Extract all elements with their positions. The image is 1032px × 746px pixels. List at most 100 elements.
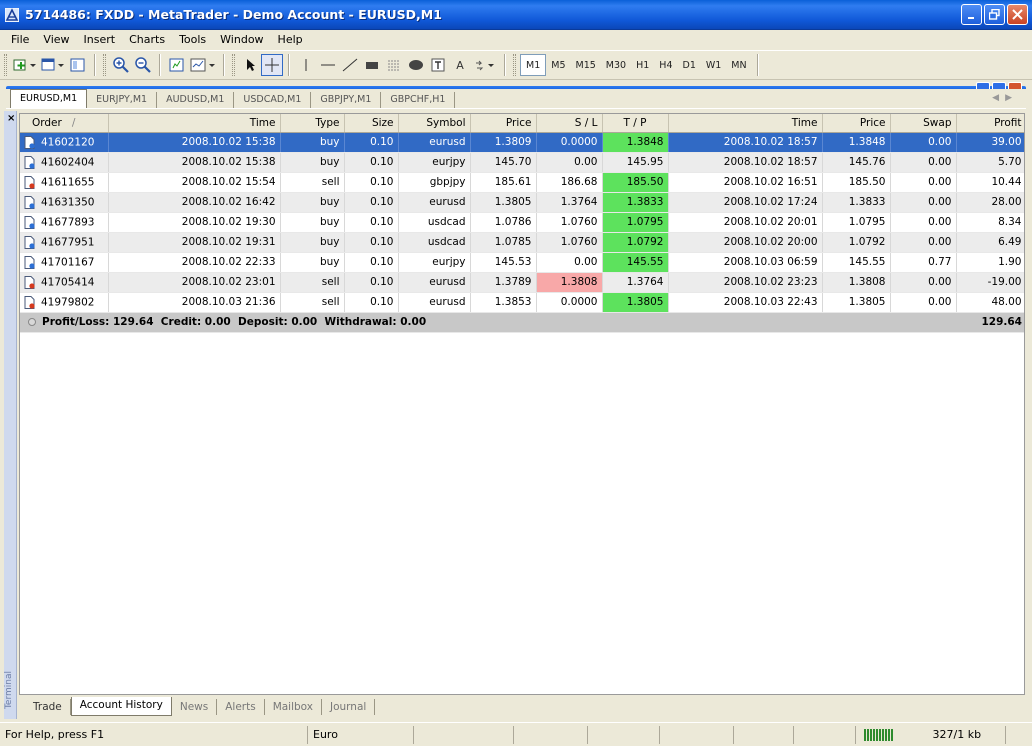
tab-alerts[interactable]: Alerts [217,699,265,715]
tp-cell: 145.95 [602,152,669,173]
market-watch-button[interactable] [67,54,89,76]
toolbar-grip[interactable] [513,54,516,76]
table-row[interactable]: 41602404 2008.10.02 15:38 buy 0.10 eurjpy 145… [20,152,1024,173]
table-row[interactable]: 41677951 2008.10.02 19:31 buy 0.10 usdcad 1.0… [20,232,1024,253]
open-time-cell: 2008.10.02 16:42 [108,192,281,213]
table-row[interactable]: 41631350 2008.10.02 16:42 buy 0.10 eurusd 1.3… [20,192,1024,213]
timeframe-h1-button[interactable]: H1 [631,54,654,76]
minimize-button[interactable] [961,4,982,25]
close-price-cell: 1.3848 [822,132,891,153]
buy-order-icon [24,235,35,249]
toolbar-separator [159,54,161,76]
timeframe-m5-button[interactable]: M5 [546,54,570,76]
column-header-close-time[interactable]: Time [668,114,823,133]
column-header-price[interactable]: Price [470,114,537,133]
cursor-tool-button[interactable] [239,54,261,76]
column-header-sl[interactable]: S / L [536,114,603,133]
new-chart-button[interactable] [11,54,39,76]
column-header-swap[interactable]: Swap [890,114,957,133]
timeframe-m15-button[interactable]: M15 [571,54,601,76]
menu-tools[interactable]: Tools [172,30,213,50]
close-button[interactable] [1007,4,1028,25]
timeframe-h4-button[interactable]: H4 [654,54,677,76]
table-row[interactable]: 41705414 2008.10.02 23:01 sell 0.10 eurusd 1.… [20,272,1024,293]
column-header-type[interactable]: Type [280,114,345,133]
column-header-order[interactable]: Order / [20,114,109,133]
chart-tab-scroll-arrows[interactable]: ◀▶ [992,93,1018,103]
table-row[interactable]: 41701167 2008.10.02 22:33 buy 0.10 eurjpy 145… [20,252,1024,273]
column-header-profit[interactable]: Profit [956,114,1024,133]
periodicity-button[interactable] [188,54,218,76]
menu-charts[interactable]: Charts [122,30,172,50]
menu-window[interactable]: Window [213,30,270,50]
terminal-close-icon[interactable]: × [7,113,15,124]
restore-button[interactable] [984,4,1005,25]
arrows-tool-button[interactable] [471,54,499,76]
chart-tab-audusd-m1[interactable]: AUDUSD,M1 [157,92,235,108]
chart-tab-eurjpy-m1[interactable]: EURJPY,M1 [87,92,158,108]
arrows-icon [476,60,494,71]
chart-tab-eurusd-m1[interactable]: EURUSD,M1 [10,89,88,108]
fibonacci-tool-button[interactable] [383,54,405,76]
vertical-line-tool-button[interactable] [295,54,317,76]
tab-journal[interactable]: Journal [322,699,376,715]
ellipse-tool-button[interactable] [405,54,427,76]
timeframe-w1-button[interactable]: W1 [701,54,726,76]
menu-view[interactable]: View [36,30,76,50]
timeframe-mn-button[interactable]: MN [726,54,751,76]
symbol-cell: eurusd [398,132,471,153]
tab-news[interactable]: News [172,699,218,715]
column-header-tp[interactable]: T / P [602,114,669,133]
rectangle-tool-button[interactable] [361,54,383,76]
menu-file[interactable]: File [4,30,36,50]
terminal-panel: × Terminal Order / Time Type Size Symbol… [0,111,1032,719]
chart-tab-gbpjpy-m1[interactable]: GBPJPY,M1 [311,92,382,108]
metatrader-app-icon[interactable] [5,7,19,22]
toolbar-grip[interactable] [103,54,106,76]
table-row[interactable]: 41677893 2008.10.02 19:30 buy 0.10 usdcad 1.0… [20,212,1024,233]
terminal-label: Terminal [4,670,14,709]
timeframe-m30-button[interactable]: M30 [601,54,631,76]
table-header: Order / Time Type Size Symbol Price S / … [20,114,1024,133]
chart-tab-usdcad-m1[interactable]: USDCAD,M1 [234,92,312,108]
column-header-time[interactable]: Time [108,114,281,133]
tab-trade[interactable]: Trade [25,699,71,715]
connection-status: 327/1 kb [856,725,1006,744]
close-icon [1012,9,1023,20]
zoom-out-button[interactable] [132,54,154,76]
column-header-size[interactable]: Size [344,114,399,133]
horizontal-line-tool-button[interactable] [317,54,339,76]
text-label-tool-button[interactable] [427,54,449,76]
chart-tab-gbpchf-h1[interactable]: GBPCHF,H1 [381,92,456,108]
table-row[interactable]: 41979802 2008.10.03 21:36 sell 0.10 eurusd 1.… [20,292,1024,313]
trendline-tool-button[interactable] [339,54,361,76]
toolbar-grip[interactable] [4,54,7,76]
zoom-in-button[interactable] [110,54,132,76]
profiles-button[interactable] [39,54,67,76]
profit-cell: 10.44 [956,172,1024,193]
symbol-cell: gbpjpy [398,172,471,193]
menu-help[interactable]: Help [271,30,310,50]
timeframe-d1-button[interactable]: D1 [678,54,701,76]
symbol-cell: eurusd [398,292,471,313]
crosshair-tool-button[interactable] [261,54,283,76]
tab-account-history[interactable]: Account History [70,697,172,716]
order-cell: 41979802 [20,292,109,313]
column-header-close-price[interactable]: Price [822,114,891,133]
price-cell: 145.70 [470,152,537,173]
timeframe-m1-button[interactable]: M1 [520,54,547,76]
toolbar-grip[interactable] [232,54,235,76]
table-row[interactable]: 41611655 2008.10.02 15:54 sell 0.10 gbpjpy 18… [20,172,1024,193]
menu-insert[interactable]: Insert [77,30,123,50]
status-cell [514,725,588,744]
tile-windows-button[interactable] [166,54,188,76]
column-header-symbol[interactable]: Symbol [398,114,471,133]
open-time-cell: 2008.10.02 19:30 [108,212,281,233]
table-row[interactable]: 41602120 2008.10.02 15:38 buy 0.10 eurusd 1.3… [20,132,1024,153]
trendline-icon [342,58,358,72]
tab-mailbox[interactable]: Mailbox [265,699,322,715]
price-cell: 1.3853 [470,292,537,313]
summary-cell: Profit/Loss: 129.64 Credit: 0.00 Deposit… [20,312,956,333]
text-tool-button[interactable]: A [449,54,471,76]
sl-cell: 0.0000 [536,132,603,153]
